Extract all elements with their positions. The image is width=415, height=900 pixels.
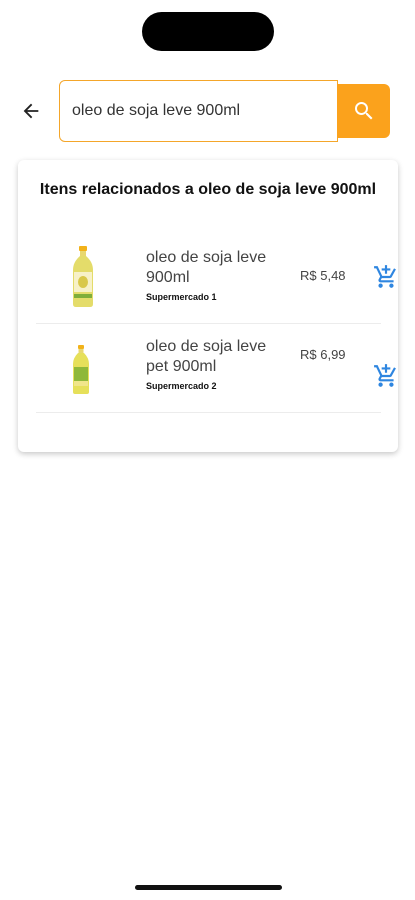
product-name: oleo de soja leve pet 900ml: [146, 338, 267, 375]
product-item[interactable]: oleo de soja leve 900ml Supermercado 1 R…: [36, 236, 396, 324]
add-to-cart-button[interactable]: [373, 264, 399, 290]
store-name: Supermercado 2: [146, 381, 217, 391]
back-button[interactable]: [16, 96, 46, 126]
store-name: Supermercado 1: [146, 292, 217, 302]
results-title: Itens relacionados a oleo de soja leve 9…: [39, 181, 377, 198]
add-to-cart-button[interactable]: [373, 363, 399, 389]
search-icon: [354, 102, 372, 120]
product-price: R$ 6,99: [300, 347, 346, 362]
search-button[interactable]: [337, 84, 390, 138]
search-field[interactable]: [59, 80, 338, 142]
product-name: oleo de soja leve 900ml: [146, 249, 267, 286]
product-item[interactable]: oleo de soja leve pet 900ml Supermercado…: [36, 325, 396, 413]
product-image: [70, 246, 96, 313]
search-results-screen: Itens relacionados a oleo de soja leve 9…: [0, 0, 415, 900]
home-indicator[interactable]: [135, 885, 282, 890]
product-image: [70, 345, 92, 400]
product-price: R$ 5,48: [300, 268, 346, 283]
search-input[interactable]: [72, 102, 337, 120]
device-notch: [142, 12, 274, 51]
add-to-cart-icon: [374, 364, 396, 387]
results-card: Itens relacionados a oleo de soja leve 9…: [18, 160, 398, 452]
search-bar: [0, 80, 415, 142]
arrow-left-icon: [23, 103, 39, 119]
add-to-cart-icon: [374, 265, 396, 288]
